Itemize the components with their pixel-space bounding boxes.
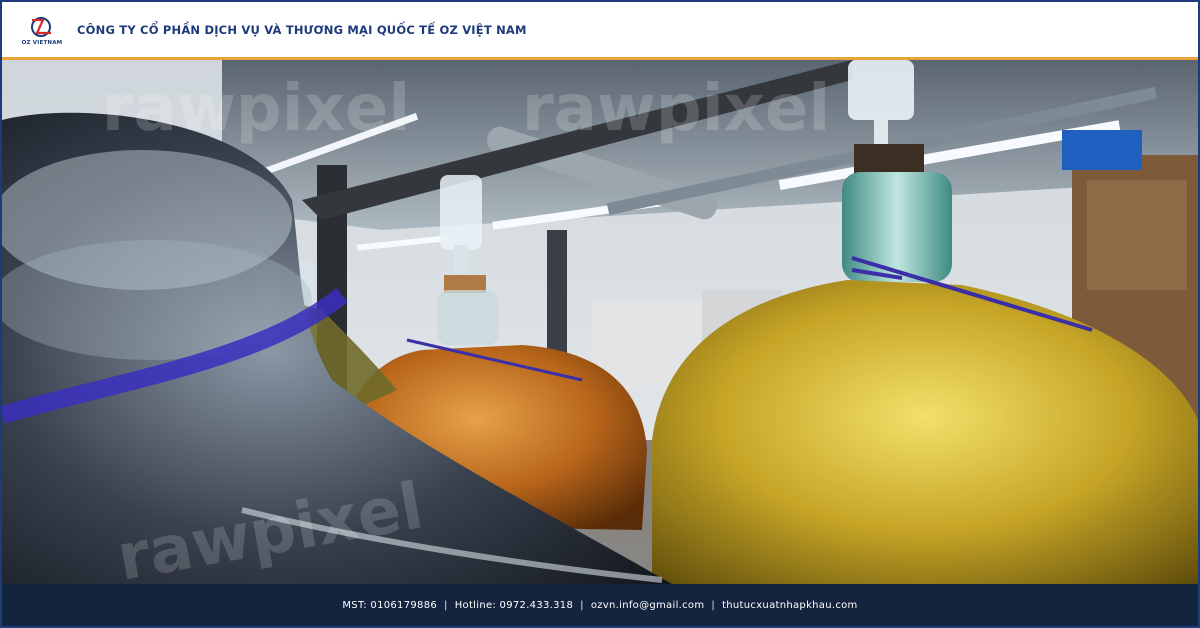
footer-separator: | xyxy=(444,599,448,611)
footer-separator: | xyxy=(580,599,584,611)
website-link[interactable]: thutucxuatnhapkhau.com xyxy=(722,600,858,611)
oz-logo-icon xyxy=(31,16,51,37)
tax-code: MST: 0106179886 xyxy=(342,599,438,611)
hotline: Hotline: 0972.433.318 xyxy=(454,599,574,611)
footer-separator: | xyxy=(711,599,716,611)
hero-photo: rawpixel rawpixel rawpixel xyxy=(2,60,1198,584)
email-link[interactable]: ozvn.info@gmail.com xyxy=(591,600,705,611)
banner-frame: OZ VIETNAM CÔNG TY CỔ PHẦN DỊCH VỤ VÀ TH… xyxy=(0,0,1200,628)
header: OZ VIETNAM CÔNG TY CỔ PHẦN DỊCH VỤ VÀ TH… xyxy=(2,2,1198,58)
logo-text: OZ VIETNAM xyxy=(21,39,63,46)
watermark-text-2: rawpixel xyxy=(522,72,830,146)
company-name: CÔNG TY CỔ PHẦN DỊCH VỤ VÀ THƯƠNG MẠI QU… xyxy=(77,23,527,37)
company-logo: OZ VIETNAM xyxy=(12,2,72,58)
watermark-text-1: rawpixel xyxy=(102,72,410,146)
glass-carboys-image: rawpixel rawpixel rawpixel xyxy=(2,60,1198,584)
footer: MST: 0106179886 | Hotline: 0972.433.318 … xyxy=(2,584,1198,626)
